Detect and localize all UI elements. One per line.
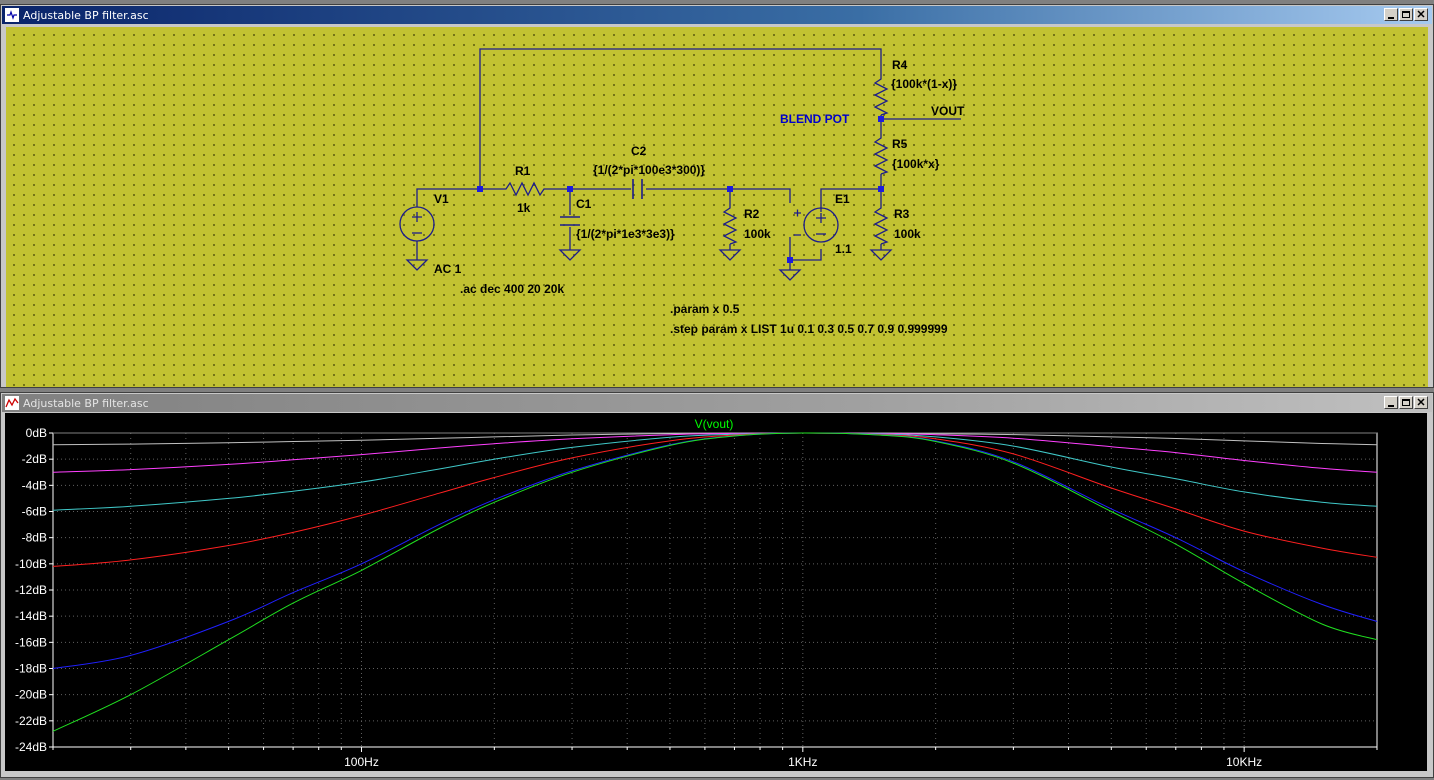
r2-name: R2 <box>744 207 760 221</box>
r4-name: R4 <box>892 58 908 72</box>
c2-symbol <box>632 179 643 199</box>
c2-value: {1/(2*pi*100e3*300)} <box>593 163 705 177</box>
capacitor-symbols <box>560 179 643 226</box>
y-tick-label: -6dB <box>22 505 47 519</box>
x-axis-ticks: 100Hz 1KHz 10KHz <box>52 747 1378 769</box>
waveform-plot-area[interactable]: 0dB -2dB -4dB -6dB -8dB -10dB -12dB -14dB -16dB -… <box>5 413 1427 771</box>
schematic-window[interactable]: Adjustable BP filter.asc V1 AC 1 R1 1k C… <box>0 4 1434 388</box>
maximize-icon <box>1402 11 1410 18</box>
minimize-icon <box>1388 17 1394 19</box>
v1-value: AC 1 <box>434 262 462 276</box>
y-tick-label: -22dB <box>15 714 47 728</box>
waveform-window-title: Adjustable BP filter.asc <box>23 396 149 410</box>
x-tick-label: 1KHz <box>788 755 817 769</box>
r1-symbol <box>502 181 546 197</box>
r1-name: R1 <box>515 164 531 178</box>
r3-value: 100k <box>894 227 921 241</box>
e1-value: 1.1 <box>835 242 852 256</box>
minimize-button[interactable] <box>1384 396 1398 409</box>
r2-symbol <box>722 204 738 245</box>
e1-name: E1 <box>835 192 850 206</box>
r5-symbol <box>873 134 889 175</box>
step-directive[interactable]: .step param x LIST 1u 0.1 0.3 0.5 0.7 0.… <box>670 322 948 336</box>
r5-value: {100k*x} <box>892 157 940 171</box>
close-icon <box>1417 398 1425 406</box>
maximize-button[interactable] <box>1399 8 1413 21</box>
r1-value: 1k <box>517 201 531 215</box>
schematic-drawing: V1 AC 1 R1 1k C1 {1/(2*pi*1e3*3e3)} C2 {… <box>399 48 965 336</box>
close-icon <box>1417 10 1425 18</box>
plot-grid <box>52 432 1378 748</box>
r2-value: 100k <box>744 227 771 241</box>
x-tick-label: 100Hz <box>344 755 379 769</box>
schematic-app-icon <box>5 8 19 22</box>
component-labels: V1 AC 1 R1 1k C1 {1/(2*pi*1e3*3e3)} C2 {… <box>434 58 957 276</box>
ground-icon <box>869 249 893 261</box>
maximize-button[interactable] <box>1399 396 1413 409</box>
trace-label-vout[interactable]: V(vout) <box>695 417 734 431</box>
schematic-canvas[interactable]: V1 AC 1 R1 1k C1 {1/(2*pi*1e3*3e3)} C2 {… <box>6 27 1428 387</box>
c1-name: C1 <box>576 197 592 211</box>
waveform-window[interactable]: Adjustable BP filter.asc 0dB -2dB -4dB -6dB… <box>0 392 1434 778</box>
schematic-window-title: Adjustable BP filter.asc <box>23 8 149 22</box>
resistor-symbols <box>502 75 889 245</box>
y-tick-label: -8dB <box>22 531 47 545</box>
r5-name: R5 <box>892 137 908 151</box>
schematic-titlebar[interactable]: Adjustable BP filter.asc <box>2 6 1432 24</box>
v1-source-symbol <box>399 206 435 242</box>
y-tick-label: -2dB <box>22 452 47 466</box>
ground-symbols <box>405 249 893 281</box>
close-button[interactable] <box>1414 396 1428 409</box>
y-tick-label: -24dB <box>15 740 47 754</box>
ground-icon <box>405 259 429 271</box>
ground-icon <box>778 269 802 281</box>
close-button[interactable] <box>1414 8 1428 21</box>
minimize-button[interactable] <box>1384 8 1398 21</box>
c1-symbol <box>560 216 580 226</box>
ground-icon <box>718 249 742 261</box>
param-directive[interactable]: .param x 0.5 <box>670 302 740 316</box>
y-tick-label: -18dB <box>15 662 47 676</box>
waveform-window-controls <box>1384 396 1428 409</box>
plot-frame <box>52 432 1378 748</box>
bode-plot: 0dB -2dB -4dB -6dB -8dB -10dB -12dB -14dB -16dB -… <box>15 417 1378 769</box>
r3-symbol <box>873 204 889 245</box>
y-axis-ticks: 0dB -2dB -4dB -6dB -8dB -10dB -12dB -14dB -16dB -… <box>15 426 53 754</box>
c1-value: {1/(2*pi*1e3*3e3)} <box>576 227 675 241</box>
r3-name: R3 <box>894 207 910 221</box>
schematic-window-controls <box>1384 8 1428 21</box>
spice-directives: .ac dec 400 20 20k .param x 0.5 .step pa… <box>460 282 948 336</box>
e1-source-symbol <box>794 207 839 243</box>
y-tick-label: -20dB <box>15 688 47 702</box>
v1-name: V1 <box>434 192 449 206</box>
y-tick-label: -14dB <box>15 609 47 623</box>
y-tick-label: -4dB <box>22 478 47 492</box>
waveform-app-icon <box>5 396 19 410</box>
y-tick-label: -16dB <box>15 635 47 649</box>
trace-line-step-6 <box>52 432 1378 669</box>
ground-icon <box>558 249 582 261</box>
plot-traces <box>52 432 1378 732</box>
blend-pot-label: BLEND POT <box>780 112 850 126</box>
waveform-titlebar[interactable]: Adjustable BP filter.asc <box>2 394 1432 412</box>
x-tick-label: 10KHz <box>1226 755 1262 769</box>
trace-line-step-4 <box>52 432 1378 511</box>
ac-directive[interactable]: .ac dec 400 20 20k <box>460 282 564 296</box>
y-tick-label: -12dB <box>15 583 47 597</box>
r4-symbol <box>873 75 889 116</box>
y-tick-label: -10dB <box>15 557 47 571</box>
vout-net-label: VOUT <box>931 104 965 118</box>
r4-value: {100k*(1-x)} <box>891 77 957 91</box>
minimize-icon <box>1388 405 1394 407</box>
c2-name: C2 <box>631 144 647 158</box>
y-tick-label: 0dB <box>26 426 47 440</box>
maximize-icon <box>1402 399 1410 406</box>
trace-line-step-7 <box>52 432 1378 732</box>
